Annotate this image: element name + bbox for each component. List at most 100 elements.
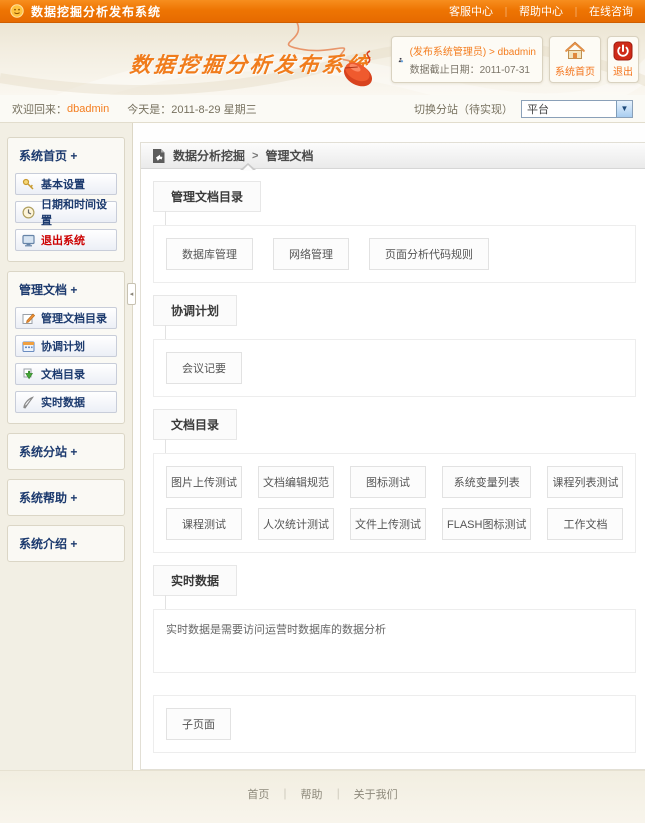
sidebar-item-label: 日期和时间设置 (41, 196, 110, 228)
home-icon (564, 41, 586, 61)
calendar-icon (22, 340, 35, 353)
footer-separator: ｜ (279, 789, 290, 801)
sidebar-item-exit-system[interactable]: 退出系统 (15, 229, 117, 251)
sidebar-section-title[interactable]: 系统分站 + (15, 443, 117, 460)
mouse-logo-icon (332, 49, 384, 91)
topbar-separator: ｜ (501, 4, 511, 19)
breadcrumb-separator: > (252, 150, 258, 162)
user-role-text: (发布系统管理员) > dbadmin (410, 43, 536, 58)
app-logo-icon (10, 4, 24, 18)
doc-link-button[interactable]: 系统变量列表 (442, 466, 531, 498)
sidebar-item-label: 基本设置 (41, 176, 85, 192)
sidebar-item-label: 协调计划 (41, 338, 85, 354)
sidebar-section-about: 系统介绍 + (7, 525, 125, 562)
section-label-coordination-plan: 协调计划 (153, 295, 237, 326)
sidebar-item-doc-catalog[interactable]: 文档目录 (15, 363, 117, 385)
sidebar-section-title[interactable]: 管理文档 + (15, 279, 117, 307)
section-label-doc-catalog: 文档目录 (153, 409, 237, 440)
sidebar-item-label: 退出系统 (41, 232, 85, 248)
footer-link-about[interactable]: 关于我们 (354, 789, 398, 801)
sidebar-item-basic-settings[interactable]: 基本设置 (15, 173, 117, 195)
sidebar-section-title[interactable]: 系统介绍 + (15, 535, 117, 552)
breadcrumb-notch (242, 165, 254, 171)
content-panel: 数据分析挖掘 > 管理文档 管理文档目录 数据库管理 网络管理 页面分析代码规则… (140, 142, 645, 770)
user-info-card: (发布系统管理员) > dbadmin 数据截止日期：2011-07-31 (391, 36, 543, 83)
sidebar-item-realtime-data[interactable]: 实时数据 (15, 391, 117, 413)
site-select-value: 平台 (522, 101, 616, 117)
pen-icon (22, 396, 35, 409)
section-box-coordination-plan: 会议记要 (153, 339, 636, 397)
sidebar-item-label: 实时数据 (41, 394, 85, 410)
site-select[interactable]: 平台 ▼ (521, 100, 633, 118)
section-box-realtime-data: 实时数据是需要访问运营时数据库的数据分析 (153, 609, 636, 673)
page-footer: 首页 ｜ 帮助 ｜ 关于我们 (0, 770, 645, 823)
footer-separator: ｜ (333, 789, 344, 801)
section-box-doc-catalog: 图片上传测试 文档编辑规范 图标测试 系统变量列表 课程列表测试 课程测试 人次… (153, 453, 636, 553)
logout-button[interactable]: 退出 (607, 36, 639, 83)
doc-link-button[interactable]: 文件上传测试 (350, 508, 426, 540)
logout-button-label: 退出 (613, 63, 633, 78)
section-box-manage-doc-catalog: 数据库管理 网络管理 页面分析代码规则 (153, 225, 636, 283)
doc-link-button[interactable]: 数据库管理 (166, 238, 253, 270)
page-header: 数据挖掘分析发布系统 (发布系统管理员) > dbadmin 数据截止日期：20… (0, 23, 645, 95)
sidebar-section-help: 系统帮助 + (7, 479, 125, 516)
doc-link-button[interactable]: 子页面 (166, 708, 231, 740)
sidebar-item-manage-doc-catalog[interactable]: 管理文档目录 (15, 307, 117, 329)
welcome-bar: 欢迎回来： dbadmin 今天是：2011-8-29 星期三 切换分站（待实现… (0, 95, 645, 123)
sidebar: 系统首页 + 基本设置 日期和时间设置 (0, 123, 133, 770)
welcome-date: 今天是：2011-8-29 星期三 (127, 101, 256, 117)
topbar-link-online[interactable]: 在线咨询 (589, 3, 633, 19)
welcome-username: dbadmin (67, 103, 109, 115)
sidebar-section-branches: 系统分站 + (7, 433, 125, 470)
breadcrumb: 数据分析挖掘 > 管理文档 (141, 143, 645, 169)
key-icon (22, 178, 35, 191)
doc-link-button[interactable]: 页面分析代码规则 (369, 238, 489, 270)
chevron-down-icon[interactable]: ▼ (616, 101, 632, 117)
body-region: 系统首页 + 基本设置 日期和时间设置 (0, 123, 645, 770)
sidebar-section-title[interactable]: 系统首页 + (15, 145, 117, 173)
user-avatar-icon (398, 44, 404, 76)
doc-link-button[interactable]: 会议记要 (166, 352, 242, 384)
sidebar-section-title[interactable]: 系统帮助 + (15, 489, 117, 506)
doc-link-button[interactable]: 人次统计测试 (258, 508, 334, 540)
sidebar-item-label: 文档目录 (41, 366, 85, 382)
doc-link-button[interactable]: FLASH图标测试 (442, 508, 531, 540)
clock-icon (22, 206, 35, 219)
doc-link-button[interactable]: 课程列表测试 (547, 466, 623, 498)
top-bar: 数据挖掘分析发布系统 客服中心 ｜ 帮助中心 ｜ 在线咨询 (0, 0, 645, 23)
sidebar-item-coordination-plan[interactable]: 协调计划 (15, 335, 117, 357)
monitor-icon (22, 234, 35, 247)
doc-link-button[interactable]: 网络管理 (273, 238, 349, 270)
sidebar-item-datetime-settings[interactable]: 日期和时间设置 (15, 201, 117, 223)
download-icon (22, 368, 35, 381)
sidebar-section-manage-docs: 管理文档 + 管理文档目录 协调计划 (7, 271, 125, 424)
breadcrumb-parent[interactable]: 数据分析挖掘 (173, 147, 245, 164)
switch-site-label: 切换分站（待实现） (414, 101, 513, 117)
sidebar-collapse-handle[interactable] (127, 283, 136, 305)
edit-icon (22, 312, 35, 325)
topbar-link-service[interactable]: 客服中心 (449, 3, 493, 19)
power-icon (613, 41, 633, 61)
section-label-manage-doc-catalog: 管理文档目录 (153, 181, 261, 212)
content-area: 数据分析挖掘 > 管理文档 管理文档目录 数据库管理 网络管理 页面分析代码规则… (133, 123, 645, 770)
doc-link-button[interactable]: 图片上传测试 (166, 466, 242, 498)
welcome-greeting: 欢迎回来： (12, 101, 67, 117)
doc-link-button[interactable]: 文档编辑规范 (258, 466, 334, 498)
breadcrumb-current: 管理文档 (265, 147, 313, 164)
data-cutoff-text: 数据截止日期：2011-07-31 (410, 61, 536, 76)
doc-link-button[interactable]: 图标测试 (350, 466, 426, 498)
footer-link-help[interactable]: 帮助 (301, 789, 323, 801)
doc-link-button[interactable]: 课程测试 (166, 508, 242, 540)
app-title: 数据挖掘分析发布系统 (31, 3, 161, 20)
footer-link-home[interactable]: 首页 (247, 789, 269, 801)
sidebar-section-home: 系统首页 + 基本设置 日期和时间设置 (7, 137, 125, 262)
realtime-data-description: 实时数据是需要访问运营时数据库的数据分析 (166, 622, 386, 639)
sidebar-item-label: 管理文档目录 (41, 310, 107, 326)
topbar-separator: ｜ (571, 4, 581, 19)
topbar-link-help[interactable]: 帮助中心 (519, 3, 563, 19)
home-button[interactable]: 系统首页 (549, 36, 601, 83)
doc-link-button[interactable]: 工作文档 (547, 508, 623, 540)
home-button-label: 系统首页 (555, 63, 595, 78)
document-icon (151, 148, 166, 164)
section-label-realtime-data: 实时数据 (153, 565, 237, 596)
